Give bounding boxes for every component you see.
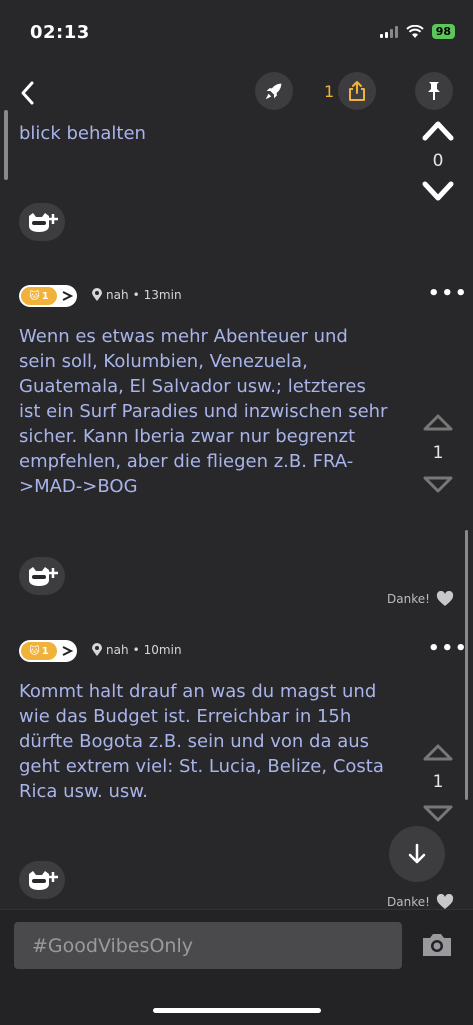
cat-avatar-plus-icon bbox=[29, 871, 58, 890]
upvote-icon[interactable] bbox=[421, 410, 455, 432]
pin-icon bbox=[428, 82, 440, 100]
post-text: Kommt halt drauf an was du magst und wie… bbox=[19, 681, 384, 802]
more-icon[interactable]: ••• bbox=[428, 283, 469, 304]
vote-count: 1 bbox=[432, 443, 444, 463]
cat-icon: 🐱 bbox=[29, 290, 40, 302]
heart-icon bbox=[436, 591, 454, 606]
share-icon bbox=[349, 81, 365, 101]
scroll-indicator-left bbox=[4, 110, 8, 180]
upvote-icon[interactable] bbox=[421, 118, 455, 142]
rocket-button[interactable] bbox=[255, 72, 293, 110]
vote-count: 1 bbox=[432, 772, 444, 792]
location-pin-icon bbox=[92, 643, 102, 656]
cat-avatar-plus-icon bbox=[29, 567, 58, 586]
post-text-tail: blick behalten bbox=[19, 123, 146, 144]
avatar-add-button[interactable] bbox=[19, 203, 65, 241]
pin-button[interactable] bbox=[415, 72, 453, 110]
share-count: 1 bbox=[324, 82, 335, 101]
scroll-down-button[interactable] bbox=[389, 826, 445, 882]
home-indicator bbox=[153, 1008, 321, 1013]
user-badge: 🐱 1 bbox=[19, 640, 77, 662]
play-icon bbox=[62, 291, 74, 301]
user-badge: 🐱 1 bbox=[19, 285, 77, 307]
cat-avatar-plus-icon bbox=[29, 213, 58, 232]
wifi-icon bbox=[405, 24, 424, 38]
signal-icon bbox=[379, 25, 398, 38]
play-icon bbox=[62, 646, 74, 656]
vote-count: 0 bbox=[432, 151, 444, 171]
location-pin-icon bbox=[92, 288, 102, 301]
rocket-icon bbox=[265, 83, 282, 100]
downvote-icon[interactable] bbox=[421, 804, 455, 826]
post-meta: nah • 10min bbox=[92, 643, 182, 657]
downvote-icon[interactable] bbox=[421, 180, 455, 204]
avatar-add-button[interactable] bbox=[19, 557, 65, 595]
heart-icon bbox=[436, 894, 454, 909]
post-meta: nah • 13min bbox=[92, 288, 182, 302]
arrow-down-icon bbox=[408, 843, 426, 864]
post-text: Wenn es etwas mehr Abenteuer und sein so… bbox=[19, 326, 388, 497]
more-icon[interactable]: ••• bbox=[428, 638, 469, 659]
upvote-icon[interactable] bbox=[421, 740, 455, 762]
downvote-icon[interactable] bbox=[421, 475, 455, 497]
camera-icon[interactable] bbox=[420, 931, 454, 959]
status-time: 02:13 bbox=[30, 22, 90, 43]
back-icon[interactable] bbox=[16, 78, 40, 108]
battery-icon: 98 bbox=[431, 24, 455, 39]
thanks-button[interactable]: Danke! bbox=[387, 894, 454, 910]
status-icons: 98 bbox=[379, 24, 455, 39]
cat-icon: 🐱 bbox=[29, 645, 40, 657]
avatar-add-button[interactable] bbox=[19, 861, 65, 899]
scroll-indicator-right bbox=[465, 530, 468, 800]
message-input[interactable]: #GoodVibesOnly bbox=[14, 922, 402, 969]
thanks-button[interactable]: Danke! bbox=[387, 591, 454, 607]
share-button[interactable] bbox=[338, 72, 376, 110]
